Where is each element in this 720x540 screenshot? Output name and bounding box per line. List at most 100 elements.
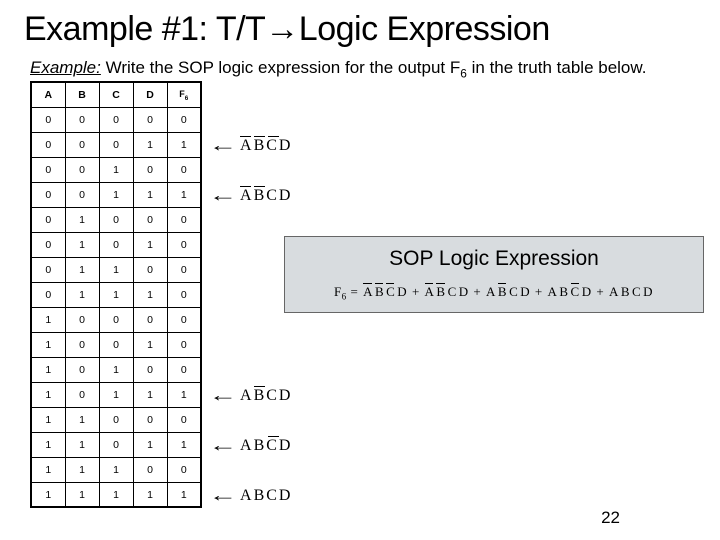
- tt-cell: 0: [99, 207, 133, 232]
- tt-cell: 0: [65, 182, 99, 207]
- tt-cell: 0: [167, 107, 201, 132]
- arrow-left-icon: ←: [209, 185, 238, 206]
- tt-cell: 1: [133, 182, 167, 207]
- tt-cell: 1: [65, 232, 99, 257]
- tt-header: D: [133, 82, 167, 107]
- subtitle-text-b: in the truth table below.: [467, 58, 647, 77]
- tt-cell: 1: [99, 182, 133, 207]
- tt-cell: 0: [99, 107, 133, 132]
- tt-cell: 1: [65, 482, 99, 507]
- tt-cell: 1: [99, 457, 133, 482]
- arrow-left-icon: ←: [209, 385, 238, 406]
- tt-cell: 0: [65, 132, 99, 157]
- minterm-label: ←ABCD: [214, 435, 292, 456]
- tt-cell: 0: [99, 332, 133, 357]
- table-row: 10000: [31, 307, 201, 332]
- tt-cell: 0: [167, 232, 201, 257]
- tt-cell: 1: [133, 432, 167, 457]
- table-row: 00100: [31, 157, 201, 182]
- table-row: 00111: [31, 182, 201, 207]
- tt-cell: 0: [31, 207, 65, 232]
- tt-cell: 0: [65, 357, 99, 382]
- minterm-label: ←ABCD: [214, 485, 292, 506]
- tt-cell: 1: [99, 382, 133, 407]
- tt-cell: 0: [65, 107, 99, 132]
- tt-cell: 0: [167, 457, 201, 482]
- table-row: 10111: [31, 382, 201, 407]
- sop-box: SOP Logic Expression F6 = ABCD + ABCD + …: [284, 236, 704, 313]
- tt-cell: 0: [65, 157, 99, 182]
- tt-cell: 1: [31, 382, 65, 407]
- tt-cell: 0: [133, 307, 167, 332]
- tt-cell: 0: [133, 257, 167, 282]
- tt-cell: 1: [65, 257, 99, 282]
- tt-header: A: [31, 82, 65, 107]
- tt-cell: 0: [167, 307, 201, 332]
- arrow-left-icon: ←: [209, 135, 238, 156]
- table-row: 11000: [31, 407, 201, 432]
- tt-cell: 1: [167, 132, 201, 157]
- arrow-left-icon: ←: [209, 435, 238, 456]
- tt-cell: 1: [99, 157, 133, 182]
- tt-cell: 1: [31, 407, 65, 432]
- table-row: 01110: [31, 282, 201, 307]
- minterm-term: ABCD: [240, 187, 292, 205]
- tt-cell: 0: [133, 107, 167, 132]
- tt-cell: 1: [133, 382, 167, 407]
- sop-title: SOP Logic Expression: [291, 247, 697, 271]
- tt-header: C: [99, 82, 133, 107]
- tt-cell: 1: [65, 282, 99, 307]
- subtitle-sub: 6: [460, 66, 467, 80]
- tt-cell: 1: [31, 432, 65, 457]
- tt-cell: 0: [31, 257, 65, 282]
- tt-cell: 0: [31, 132, 65, 157]
- tt-cell: 1: [31, 482, 65, 507]
- content-area: ABCDF6 000000001100100001110100001010011…: [24, 81, 696, 508]
- page-number: 22: [601, 508, 620, 528]
- tt-cell: 1: [31, 332, 65, 357]
- tt-cell: 0: [99, 432, 133, 457]
- minterm-label: ←ABCD: [214, 135, 292, 156]
- minterm-label: ←ABCD: [214, 385, 292, 406]
- tt-cell: 0: [65, 307, 99, 332]
- minterm-label: ←ABCD: [214, 185, 292, 206]
- table-row: 11100: [31, 457, 201, 482]
- tt-cell: 0: [167, 157, 201, 182]
- tt-cell: 0: [133, 157, 167, 182]
- tt-cell: 0: [167, 257, 201, 282]
- tt-cell: 0: [31, 157, 65, 182]
- table-row: 10010: [31, 332, 201, 357]
- table-row: 11011: [31, 432, 201, 457]
- subtitle-label: Example:: [30, 58, 101, 77]
- tt-cell: 1: [99, 282, 133, 307]
- tt-cell: 0: [31, 107, 65, 132]
- table-row: 00011: [31, 132, 201, 157]
- subtitle-text-a: Write the SOP logic expression for the o…: [101, 58, 460, 77]
- tt-cell: 1: [65, 432, 99, 457]
- minterm-term: ABCD: [240, 487, 292, 505]
- tt-header: F6: [167, 82, 201, 107]
- tt-cell: 0: [133, 407, 167, 432]
- tt-cell: 1: [99, 257, 133, 282]
- tt-cell: 1: [167, 382, 201, 407]
- tt-cell: 1: [133, 282, 167, 307]
- tt-cell: 0: [99, 407, 133, 432]
- table-row: 01100: [31, 257, 201, 282]
- tt-cell: 0: [167, 332, 201, 357]
- tt-cell: 0: [167, 357, 201, 382]
- sop-equation: F6 = ABCD + ABCD + ABCD + ABCD + ABCD: [334, 284, 654, 302]
- tt-cell: 1: [65, 207, 99, 232]
- tt-cell: 1: [167, 432, 201, 457]
- minterm-term: ABCD: [240, 437, 292, 455]
- table-row: 00000: [31, 107, 201, 132]
- tt-cell: 1: [167, 182, 201, 207]
- tt-cell: 0: [31, 282, 65, 307]
- tt-cell: 1: [31, 307, 65, 332]
- tt-cell: 0: [31, 232, 65, 257]
- slide-title: Example #1: T/T→Logic Expression: [24, 10, 696, 49]
- minterm-term: ABCD: [240, 137, 292, 155]
- table-row: 01010: [31, 232, 201, 257]
- tt-cell: 0: [167, 207, 201, 232]
- tt-cell: 0: [99, 307, 133, 332]
- tt-cell: 1: [99, 357, 133, 382]
